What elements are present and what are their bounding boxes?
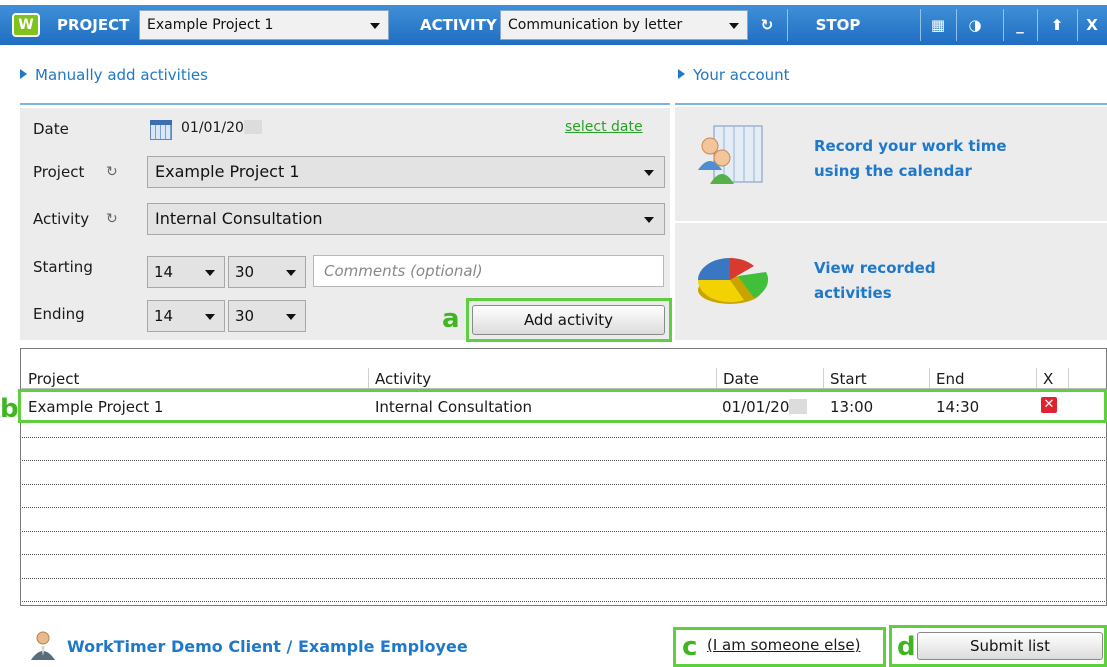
top-toolbar: W PROJECT Example Project 1 ACTIVITY Com… <box>0 0 1107 50</box>
column-divider <box>716 368 717 388</box>
minimize-button[interactable]: _ <box>1004 5 1036 45</box>
chevron-down-icon <box>644 170 654 176</box>
date-mask <box>243 120 262 134</box>
annotation-letter-c: c <box>682 632 698 662</box>
empty-row-line <box>22 437 1105 438</box>
annotation-box-b <box>18 389 1107 423</box>
chevron-down-icon <box>205 270 215 276</box>
account-heading-rule <box>675 103 1107 105</box>
arrow-up-icon: ⬆ <box>1050 16 1064 34</box>
comments-input[interactable] <box>313 255 664 287</box>
app-logo-icon: W <box>12 13 40 37</box>
add-activity-button[interactable]: Add activity <box>472 305 665 335</box>
submit-list-button[interactable]: Submit list <box>917 632 1103 660</box>
view-recorded-link[interactable]: View recorded activities <box>814 256 936 306</box>
project-select[interactable]: Example Project 1 <box>147 156 665 188</box>
project-field-label: Project <box>33 163 85 181</box>
triangle-right-icon <box>20 69 27 79</box>
empty-row-line <box>22 531 1105 532</box>
refresh-icon[interactable]: ↻ <box>106 212 120 226</box>
column-header-date[interactable]: Date <box>723 370 759 388</box>
account-section-heading[interactable]: Your account <box>678 66 790 84</box>
pie-chart-icon: ◑ <box>968 16 982 34</box>
scroll-up-button[interactable]: ⬆ <box>1038 5 1076 45</box>
select-date-link[interactable]: select date <box>565 119 643 135</box>
someone-else-link[interactable]: (I am someone else) <box>707 636 860 654</box>
manual-section-heading[interactable]: Manually add activities <box>20 66 208 84</box>
column-header-start[interactable]: Start <box>830 370 867 388</box>
empty-row-line <box>22 578 1105 579</box>
column-divider <box>929 368 930 388</box>
start-minute-value: 30 <box>235 263 255 281</box>
column-divider <box>1036 368 1037 388</box>
toolbar-project-value: Example Project 1 <box>147 17 274 33</box>
triangle-right-icon <box>678 69 685 79</box>
start-minute-select[interactable]: 30 <box>228 256 306 288</box>
project-label: PROJECT <box>57 16 130 34</box>
manual-heading-rule <box>20 103 670 105</box>
chart-view-button[interactable]: ◑ <box>957 5 993 45</box>
starting-label: Starting <box>33 258 93 276</box>
ending-label: Ending <box>33 305 85 323</box>
calendar-link-line2: using the calendar <box>814 162 972 180</box>
column-header-project[interactable]: Project <box>28 370 79 388</box>
close-button[interactable]: X <box>1078 5 1106 45</box>
current-user-name: WorkTimer Demo Client / Example Employee <box>67 637 468 656</box>
empty-row-line <box>22 554 1105 555</box>
activity-select-value: Internal Consultation <box>155 209 323 228</box>
calendar-icon[interactable] <box>150 120 172 140</box>
calendar-record-link[interactable]: Record your work time using the calendar <box>814 134 1007 184</box>
annotation-letter-b: b <box>0 394 19 424</box>
manual-heading-text: Manually add activities <box>35 66 208 84</box>
pie-chart-icon[interactable] <box>694 246 774 314</box>
empty-row-line <box>22 601 1105 602</box>
date-label: Date <box>33 120 69 138</box>
column-divider <box>368 368 369 388</box>
activity-field-label: Activity <box>33 210 90 228</box>
annotation-letter-a: a <box>442 304 460 334</box>
refresh-icon: ↻ <box>760 16 774 34</box>
end-minute-select[interactable]: 30 <box>228 300 306 332</box>
project-select-value: Example Project 1 <box>155 162 300 181</box>
view-link-line2: activities <box>814 284 892 302</box>
toolbar-activity-value: Communication by letter <box>508 17 683 33</box>
empty-row-line <box>22 507 1105 508</box>
start-hour-value: 14 <box>154 263 174 281</box>
chevron-down-icon <box>644 217 654 223</box>
calendar-view-button[interactable]: ▦ <box>921 5 955 45</box>
refresh-button[interactable]: ↻ <box>752 5 782 45</box>
calendar-people-icon[interactable] <box>694 122 768 186</box>
end-hour-select[interactable]: 14 <box>147 300 225 332</box>
chevron-down-icon <box>205 314 215 320</box>
calendar-icon: ▦ <box>930 16 946 34</box>
empty-row-line <box>22 484 1105 485</box>
user-icon <box>31 631 55 660</box>
end-hour-value: 14 <box>154 307 174 325</box>
chevron-down-icon <box>370 23 380 29</box>
end-minute-value: 30 <box>235 307 255 325</box>
view-link-line1: View recorded <box>814 259 936 277</box>
start-hour-select[interactable]: 14 <box>147 256 225 288</box>
annotation-letter-d: d <box>897 632 916 662</box>
calendar-link-line1: Record your work time <box>814 137 1007 155</box>
column-header-delete[interactable]: X <box>1043 370 1053 388</box>
account-divider <box>675 221 1107 223</box>
chevron-down-icon <box>286 270 296 276</box>
account-heading-text: Your account <box>693 66 790 84</box>
chevron-down-icon <box>286 314 296 320</box>
column-divider <box>823 368 824 388</box>
toolbar-project-select[interactable]: Example Project 1 <box>139 10 389 40</box>
column-header-activity[interactable]: Activity <box>375 370 431 388</box>
date-value: 01/01/20 <box>181 120 262 136</box>
activity-select[interactable]: Internal Consultation <box>147 203 665 235</box>
empty-row-line <box>22 460 1105 461</box>
toolbar-activity-select[interactable]: Communication by letter <box>500 10 748 40</box>
column-divider <box>1068 368 1069 388</box>
column-header-end[interactable]: End <box>936 370 965 388</box>
chevron-down-icon <box>729 23 739 29</box>
stop-button[interactable]: STOP <box>788 5 888 45</box>
refresh-icon[interactable]: ↻ <box>106 165 120 179</box>
activity-label: ACTIVITY <box>420 16 497 34</box>
